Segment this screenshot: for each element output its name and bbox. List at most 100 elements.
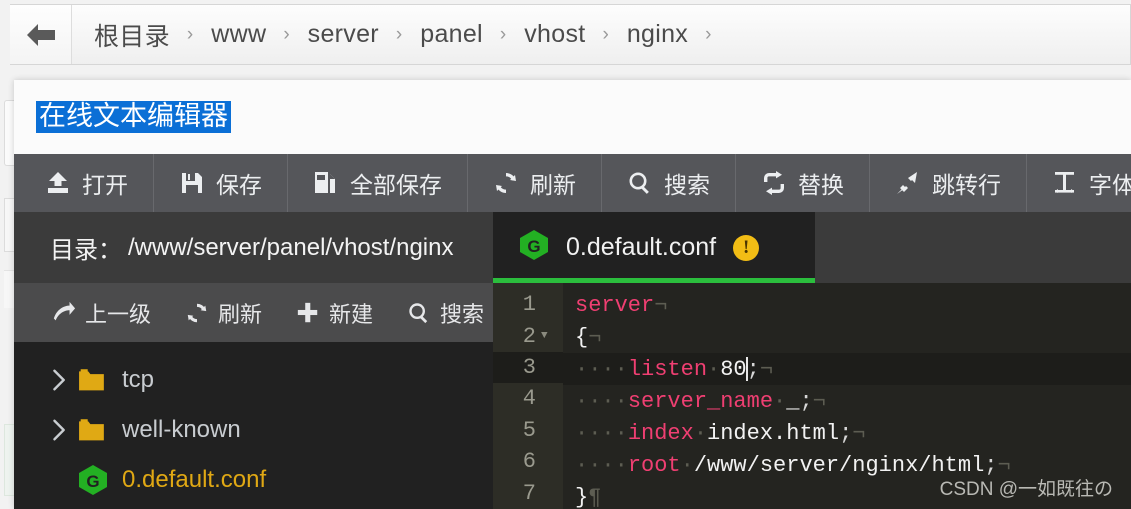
line-number: 5▼: [493, 415, 563, 446]
breadcrumb-item-3[interactable]: server: [308, 20, 379, 49]
line-number-value: 1: [522, 292, 536, 318]
toolbar-button-refresh[interactable]: 刷新: [468, 154, 602, 212]
code-token: ¬: [759, 356, 774, 382]
nginx-logo-icon: G: [519, 229, 549, 266]
toolbar-button-label: 跳转行: [932, 172, 1001, 198]
chevron-right-icon[interactable]: [48, 418, 78, 442]
breadcrumb-separator: ›: [186, 23, 194, 45]
upload-icon: [45, 170, 71, 196]
line-number-value: 5: [522, 417, 536, 443]
chevron-right-icon[interactable]: [48, 368, 78, 392]
code-line[interactable]: server ¬: [563, 289, 1131, 321]
arrow-left-icon: [24, 22, 58, 48]
toolbar-button-search[interactable]: 搜索: [602, 154, 736, 212]
pin-icon: [895, 170, 921, 196]
file-browser-pane: 目录： /www/server/panel/vhost/nginx 上一级 刷新…: [14, 212, 493, 509]
code-token: ····: [575, 356, 628, 382]
code-line[interactable]: ···· listen · 80; ¬: [563, 353, 1131, 385]
code-area[interactable]: 1▼2▼3▼4▼5▼6▼7▼ server¬{¬····listen·80;¬·…: [493, 283, 1131, 509]
line-number-value: 4: [522, 386, 536, 412]
page-title: 在线文本编辑器: [36, 100, 231, 134]
breadcrumb-item-2[interactable]: www: [211, 20, 266, 49]
file-tool-label: 刷新: [218, 301, 263, 327]
directory-path: /www/server/panel/vhost/nginx: [128, 233, 454, 261]
file-tree-folder[interactable]: well-known: [14, 405, 493, 455]
code-token: ¶: [588, 484, 602, 509]
code-token: index: [627, 420, 694, 446]
breadcrumb-separator: ›: [283, 23, 290, 45]
editor-tabstrip: G 0.default.conf !: [493, 212, 1131, 283]
arrow-up-level-icon: [52, 301, 76, 325]
back-button[interactable]: [10, 5, 72, 64]
file-tool-search[interactable]: 搜索: [390, 283, 501, 342]
code-token: _: [786, 388, 800, 414]
modal-header: 在线文本编辑器: [14, 80, 1131, 154]
code-editor-pane: G 0.default.conf ! 1▼2▼3▼4▼5▼6▼7▼ server…: [493, 212, 1131, 509]
file-tool-label: 新建: [329, 301, 374, 327]
toolbar-button-label: 打开: [82, 172, 128, 198]
toolbar-button-label: 全部保存: [350, 172, 442, 198]
breadcrumb-item-5[interactable]: vhost: [524, 20, 585, 49]
refresh-icon: [185, 301, 209, 325]
editor-toolbar: 打开 保存 全部保存 刷新 搜索 替换 跳转行 字体: [14, 154, 1131, 212]
plus-icon: [296, 301, 320, 325]
breadcrumb-item-6[interactable]: nginx: [627, 20, 688, 49]
toolbar-button-label: 刷新: [530, 172, 576, 198]
editor-body: 目录： /www/server/panel/vhost/nginx 上一级 刷新…: [14, 212, 1131, 509]
code-token: ;: [746, 356, 760, 382]
file-tool-plus[interactable]: 新建: [279, 283, 390, 342]
breadcrumb-separator: ›: [705, 23, 712, 45]
code-token: 80: [720, 356, 747, 382]
code-token: ;: [799, 388, 813, 414]
code-token: {: [575, 324, 589, 350]
watermark: CSDN @一如既往の: [939, 479, 1113, 500]
save-all-icon: [313, 170, 339, 196]
file-tool-refresh[interactable]: 刷新: [168, 283, 279, 342]
toolbar-button-label: 替换: [798, 172, 844, 198]
code-token: ¬: [812, 388, 826, 414]
file-tree-folder[interactable]: tcp: [14, 355, 493, 405]
folder-icon: [78, 416, 122, 444]
toolbar-button-save-all[interactable]: 全部保存: [288, 154, 468, 212]
code-line[interactable]: {¬: [563, 321, 1131, 353]
editor-tab-0-default-conf[interactable]: G 0.default.conf !: [493, 212, 815, 283]
code-token: ·: [773, 388, 787, 414]
directory-path-row: 目录： /www/server/panel/vhost/nginx: [14, 212, 493, 283]
code-line[interactable]: ···· index · index.html; ¬: [563, 417, 1131, 449]
line-number: 1▼: [493, 289, 563, 320]
toolbar-button-label: 搜索: [664, 172, 710, 198]
code-fold-toggle-icon[interactable]: ▼: [541, 330, 555, 342]
line-number-gutter: 1▼2▼3▼4▼5▼6▼7▼: [493, 283, 563, 509]
directory-label: 目录：: [50, 237, 122, 264]
toolbar-button-pin[interactable]: 跳转行: [870, 154, 1027, 212]
code-token: root: [627, 452, 681, 478]
breadcrumb-item-4[interactable]: panel: [420, 20, 483, 49]
code-token: ····: [575, 452, 628, 478]
code-token: ¬: [852, 420, 866, 446]
file-tree-file[interactable]: G 0.default.conf: [14, 455, 493, 505]
svg-text:G: G: [527, 237, 540, 256]
svg-text:G: G: [86, 472, 99, 491]
line-number-value: 7: [522, 480, 536, 506]
unsaved-warning-badge: !: [733, 234, 760, 261]
toolbar-button-font-size[interactable]: 字体: [1027, 154, 1131, 212]
search-icon: [407, 301, 431, 325]
breadcrumb: 根目录 › www › server › panel › vhost › nginx ›: [10, 4, 1131, 65]
tabstrip-empty-area: [815, 212, 1131, 283]
breadcrumb-item-1[interactable]: 根目录: [94, 17, 170, 53]
code-line[interactable]: ···· server_name · _; ¬: [563, 385, 1131, 417]
page-root: 根目录 › www › server › panel › vhost › nginx › 在线文本编辑…: [0, 0, 1131, 509]
code-token: ····: [575, 388, 628, 414]
code-token: ¬: [654, 292, 668, 318]
file-tree-item-label: 0.default.conf: [122, 466, 267, 493]
search-icon: [627, 170, 653, 196]
toolbar-button-upload[interactable]: 打开: [14, 154, 154, 212]
breadcrumb-separator: ›: [499, 23, 507, 45]
toolbar-button-swap-replace[interactable]: 替换: [736, 154, 870, 212]
toolbar-button-floppy-save[interactable]: 保存: [154, 154, 288, 212]
file-tool-arrow-up-level[interactable]: 上一级: [14, 283, 168, 342]
code-token: ·: [680, 452, 694, 478]
text-editor-modal: 在线文本编辑器 打开 保存 全部保存 刷新 搜索 替换 跳转行 字体 目录： /…: [14, 80, 1131, 509]
font-size-icon: [1052, 170, 1078, 196]
refresh-icon: [493, 170, 519, 196]
